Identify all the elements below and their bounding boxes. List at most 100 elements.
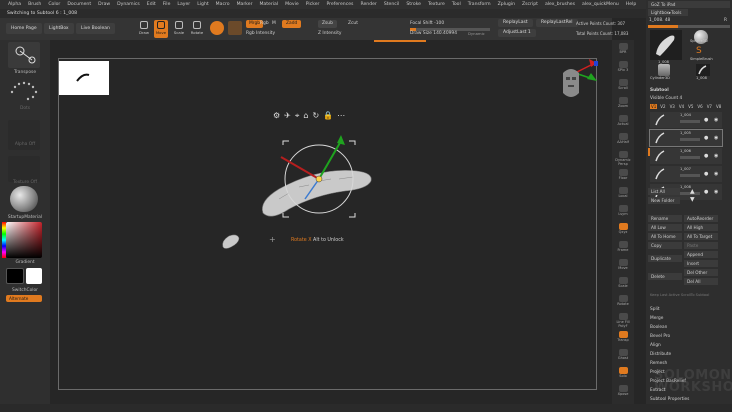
cylinder3d-icon[interactable] <box>658 64 670 76</box>
menu-item-preferences[interactable]: Preferences <box>326 2 353 7</box>
zcut-button[interactable]: Zcut <box>348 20 358 28</box>
menu-item-edit[interactable]: Edit <box>147 2 156 7</box>
subtool-menu-boolean[interactable]: Boolean <box>650 325 667 330</box>
shelf-button-zoom[interactable]: Zoom <box>615 96 631 111</box>
lightbox-tools-button[interactable]: Lightbox▸Tools <box>648 9 688 16</box>
version-tab-v2[interactable]: V2 <box>659 104 666 109</box>
zadd-button[interactable]: Zadd <box>282 20 302 28</box>
subtool-menu-align[interactable]: Align <box>650 343 661 348</box>
menu-item-layer[interactable]: Layer <box>177 2 190 7</box>
subtool-menu-remesh[interactable]: Remesh <box>650 361 667 366</box>
lock-icon[interactable]: 🔒 <box>323 111 333 121</box>
r-button[interactable]: R <box>724 18 727 23</box>
menu-item-draw[interactable]: Draw <box>98 2 110 7</box>
list-all-button[interactable]: List All <box>648 188 680 195</box>
adjust-last-slider[interactable]: AdjustLast 1 <box>498 29 536 37</box>
texture-slot[interactable] <box>8 156 40 182</box>
viewport-canvas[interactable]: ⚙ ✈ ⌖ ⌂ ↻ 🔒 ⋯ + Rotate X Alt to Unlock <box>58 58 598 390</box>
menu-item-texture[interactable]: Texture <box>428 2 445 7</box>
all-to-home-button[interactable]: All To Home <box>648 233 682 240</box>
dots-stroke-button[interactable] <box>8 78 40 102</box>
shelf-button-qxyz[interactable]: Qxyz <box>615 222 631 237</box>
shelf-button-local[interactable]: Local <box>615 186 631 201</box>
subtool-visibility-eye-icon[interactable]: ● <box>704 189 708 195</box>
subtool-opacity-slider[interactable] <box>680 138 700 141</box>
menu-item-alex-quickmenu[interactable]: alex_quickMenu <box>582 2 619 7</box>
duplicate-button[interactable]: Duplicate <box>648 255 682 262</box>
menu-item-marker[interactable]: Marker <box>237 2 253 7</box>
menu-item-material[interactable]: Material <box>259 2 278 7</box>
transpose-brush-button[interactable] <box>8 42 40 68</box>
copy-button[interactable]: Copy <box>648 242 682 249</box>
menu-item-macro[interactable]: Macro <box>216 2 230 7</box>
lightbox-button[interactable]: LightBox <box>44 23 74 34</box>
shelf-button-spix-3[interactable]: SPix 3 <box>615 60 631 75</box>
subtool-eye-icon[interactable]: ◉ <box>714 117 718 123</box>
subtool-menu-split[interactable]: Split <box>650 307 660 312</box>
menu-item-alpha[interactable]: Alpha <box>8 2 21 7</box>
subtool-eye-icon[interactable]: ◉ <box>714 189 718 195</box>
shelf-button-xpose[interactable]: Xpose <box>615 384 631 399</box>
move-down-arrow-icon[interactable]: ▼ <box>690 196 695 203</box>
replay-last-button[interactable]: ReplayLast <box>498 19 533 27</box>
version-tab-v6[interactable]: V6 <box>696 104 703 109</box>
replay-last-rel-button[interactable]: ReplayLastRel <box>536 19 578 27</box>
shelf-button-bpr[interactable]: BPR <box>615 42 631 57</box>
shelf-button-lsym[interactable]: Lsym <box>615 204 631 219</box>
delete-button[interactable]: Delete <box>648 273 682 280</box>
pin-icon[interactable]: ✈ <box>284 111 291 121</box>
menu-item-help[interactable]: Help <box>626 2 636 7</box>
rgb-intensity-slider[interactable]: Rgb Intensity <box>246 30 275 38</box>
subtool-menu-subtool-properties[interactable]: Subtool Properties <box>650 397 689 402</box>
material-sphere-icon[interactable] <box>228 21 242 35</box>
tool-slider[interactable] <box>648 25 730 28</box>
subtool-row[interactable]: 1_005 ● ◉ <box>649 129 723 147</box>
subtool-opacity-slider[interactable] <box>680 120 700 123</box>
append-button[interactable]: Append <box>684 251 718 258</box>
version-tab-v1[interactable]: V1 <box>650 104 658 109</box>
all-high-button[interactable]: All High <box>684 224 718 231</box>
subtool-visibility-eye-icon[interactable]: ● <box>704 117 708 123</box>
menu-item-light[interactable]: Light <box>197 2 208 7</box>
shelf-button-ghost[interactable]: Ghost <box>615 348 631 363</box>
menu-item-file[interactable]: File <box>163 2 171 7</box>
del-other-button[interactable]: Del Other <box>684 269 718 276</box>
shelf-button-dynamic-persp[interactable]: Dynamic Persp <box>615 150 631 165</box>
m-button[interactable]: M <box>272 20 276 28</box>
menu-item-transform[interactable]: Transform <box>468 2 491 7</box>
menu-item-alex-brushes[interactable]: alex_brushes <box>545 2 575 7</box>
menu-item-render[interactable]: Render <box>360 2 376 7</box>
menu-item-zscript[interactable]: Zscript <box>522 2 538 7</box>
subtool-eye-icon[interactable]: ◉ <box>714 153 718 159</box>
home-page-button[interactable]: Home Page <box>6 23 42 34</box>
goz-to-ipad-button[interactable]: GoZ To iPad <box>648 1 730 8</box>
menu-item-stencil[interactable]: Stencil <box>384 2 400 7</box>
shelf-button-line-fill-polyf[interactable]: Line Fill PolyF <box>615 312 631 327</box>
move-up-arrow-icon[interactable]: ▲ <box>690 188 695 195</box>
subtool-eye-icon[interactable]: ◉ <box>714 171 718 177</box>
rotate-mode-button[interactable]: Rotate <box>190 20 204 38</box>
subtool-visibility-eye-icon[interactable]: ● <box>704 153 708 159</box>
gear-icon[interactable]: ⚙ <box>273 111 280 121</box>
z-intensity-slider[interactable]: Z Intensity <box>318 30 342 38</box>
color-picker[interactable] <box>2 222 42 258</box>
menu-item-brush[interactable]: Brush <box>28 2 41 7</box>
dynamic-toggle[interactable]: Dynamic <box>468 30 485 38</box>
subtool-opacity-slider[interactable] <box>680 174 700 177</box>
shelf-button-scale[interactable]: Scale <box>615 276 631 291</box>
move-mode-button[interactable]: Move <box>154 20 168 38</box>
version-tab-v5[interactable]: V5 <box>687 104 694 109</box>
menu-item-picker[interactable]: Picker <box>306 2 320 7</box>
insert-button[interactable]: Insert <box>684 260 718 267</box>
menu-item-document[interactable]: Document <box>67 2 91 7</box>
menu-item-zplugin[interactable]: Zplugin <box>498 2 515 7</box>
focal-shift-slider[interactable]: Focal Shift -100 <box>410 20 444 28</box>
alternate-button[interactable]: Alternate <box>6 295 42 302</box>
version-tab-v4[interactable]: V4 <box>678 104 685 109</box>
small-mesh-piece[interactable] <box>219 231 243 251</box>
scale-mode-button[interactable]: Scale <box>172 20 186 38</box>
subtool-visibility-eye-icon[interactable]: ● <box>704 135 708 141</box>
shelf-button-floor[interactable]: Floor <box>615 168 631 183</box>
zsub-button[interactable]: Zsub <box>318 20 337 28</box>
simplebrush-icon[interactable]: S <box>696 46 706 56</box>
